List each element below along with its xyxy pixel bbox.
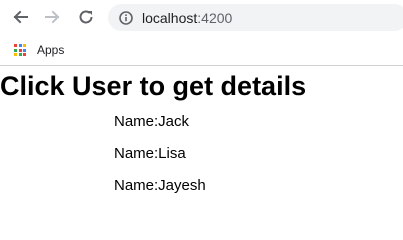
address-bar[interactable]: localhost:4200 [108, 4, 403, 31]
info-icon[interactable] [118, 10, 134, 26]
apps-grid-dot [23, 44, 26, 47]
url-host: localhost [142, 9, 198, 26]
url-text[interactable]: localhost:4200 [142, 10, 232, 26]
apps-grid-dot [18, 44, 22, 47]
user-list: Name:Jack Name:Lisa Name:Jayesh [114, 112, 206, 208]
apps-grid-dot [14, 53, 17, 56]
apps-grid-icon [14, 44, 26, 56]
apps-grid-dot [23, 53, 26, 56]
page-title: Click User to get details [0, 71, 307, 101]
apps-grid-dot [18, 48, 22, 52]
back-arrow-icon [13, 10, 28, 24]
apps-bookmark[interactable]: Apps [14, 41, 64, 59]
bookmarks-bar: Apps [0, 35, 403, 66]
user-item-jack[interactable]: Name:Jack [114, 112, 206, 144]
forward-arrow-icon [45, 10, 60, 24]
page-content: Click User to get details Name:Jack Name… [0, 66, 403, 212]
url-port: :4200 [197, 9, 233, 26]
apps-grid-dot [14, 44, 17, 47]
reload-icon [79, 10, 93, 24]
user-item-lisa[interactable]: Name:Lisa [114, 144, 206, 176]
reload-button[interactable] [75, 6, 97, 28]
apps-label: Apps [37, 43, 65, 57]
user-item-jayesh[interactable]: Name:Jayesh [114, 176, 206, 208]
apps-grid-dot [23, 48, 26, 52]
browser-toolbar: localhost:4200 [0, 0, 403, 35]
apps-grid-dot [14, 48, 17, 52]
apps-grid-dot [18, 53, 22, 56]
back-button[interactable] [9, 6, 31, 28]
forward-button[interactable] [42, 6, 64, 28]
